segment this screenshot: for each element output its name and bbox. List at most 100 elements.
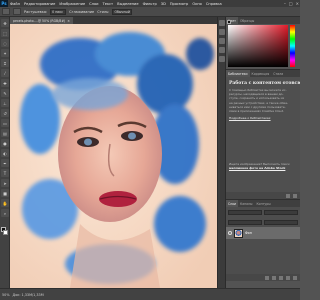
canvas-area[interactable] <box>10 24 217 288</box>
antialias-checkbox[interactable]: Сглаживание <box>69 10 94 14</box>
gradient-tool-icon[interactable]: ▤ <box>1 129 9 137</box>
eyedropper-tool-icon[interactable]: ⁄ <box>1 69 9 77</box>
clone-stamp-tool-icon[interactable]: ⊥ <box>1 99 9 107</box>
history-brush-tool-icon[interactable]: ↺ <box>1 109 9 117</box>
menu-view[interactable]: Просмотр <box>168 2 190 6</box>
hue-slider[interactable] <box>290 25 295 67</box>
tab-swatches[interactable]: Образцы <box>238 17 256 24</box>
menu-bar: Ps Файл Редактирование Изображение Слои … <box>0 0 300 7</box>
minimize-button[interactable]: – <box>284 1 286 6</box>
color-picker-field[interactable] <box>228 25 288 67</box>
layer-row[interactable]: Фон <box>226 227 300 239</box>
menu-help[interactable]: Справка <box>204 2 224 6</box>
color-panel: Цвет Образцы <box>226 17 300 69</box>
document-size-info: Док: 1,33M/1,33M <box>12 292 44 297</box>
layer-filter-row <box>226 207 300 217</box>
background-color-swatch[interactable] <box>3 230 8 235</box>
right-panels: Цвет Образцы Библиотеки Коррекция Стили … <box>226 17 300 288</box>
libraries-heading: Работа с контентом отовсюду <box>229 81 300 86</box>
layer-filter-toggles[interactable] <box>264 209 298 215</box>
path-selection-tool-icon[interactable]: ➤ <box>1 179 9 187</box>
menu-filter[interactable]: Фильтр <box>141 2 159 6</box>
new-layer-icon[interactable] <box>286 275 290 280</box>
layers-panel-tabs: Слои Каналы Контуры <box>226 200 300 207</box>
photoshop-logo: Ps <box>0 0 8 7</box>
dodge-tool-icon[interactable]: ◐ <box>1 149 9 157</box>
style-label: Стиль: <box>97 9 110 14</box>
menu-type[interactable]: Текст <box>101 2 116 6</box>
close-window-button[interactable]: × <box>296 1 299 6</box>
hand-tool-icon[interactable]: ✋ <box>1 199 9 207</box>
tab-styles[interactable]: Стили <box>271 70 285 77</box>
magic-wand-tool-icon[interactable]: ✦ <box>1 49 9 57</box>
eye-icon[interactable] <box>228 231 232 235</box>
type-tool-icon[interactable]: T <box>1 169 9 177</box>
menu-window[interactable]: Окно <box>190 2 204 6</box>
paragraph-panel-icon[interactable] <box>218 56 225 62</box>
menu-3d[interactable]: 3D <box>159 2 168 6</box>
close-document-icon[interactable]: × <box>67 19 70 23</box>
portrait-artwork <box>10 24 217 288</box>
maximize-button[interactable]: □ <box>289 1 293 6</box>
layer-thumbnail <box>234 228 243 238</box>
tab-layers[interactable]: Слои <box>226 200 239 207</box>
collapsed-panel-dock <box>217 17 226 288</box>
delete-layer-icon[interactable] <box>293 275 297 280</box>
tab-libraries[interactable]: Библиотеки <box>226 70 250 77</box>
layer-name: Фон <box>245 231 252 235</box>
layers-panel: Слои Каналы Контуры Фон <box>226 199 300 281</box>
marquee-tool-preset-icon[interactable] <box>2 8 10 15</box>
style-select[interactable]: Обычный <box>112 8 132 15</box>
trash-icon[interactable] <box>293 193 297 198</box>
color-panel-foreground-swatch[interactable] <box>227 20 231 24</box>
zoom-level[interactable]: 50% <box>2 293 10 297</box>
color-panel-tabs: Цвет Образцы <box>226 17 300 24</box>
tools-panel: ✥ ⬚ ◌ ✦ ⌗ ⁄ ✚ ✎ ⊥ ↺ ▭ ▤ ● ◐ ✒ T ➤ ■ ✋ ⌕ <box>0 17 10 288</box>
healing-brush-tool-icon[interactable]: ✚ <box>1 79 9 87</box>
adobe-stock-link[interactable]: миллионов фото на Adobe Stock <box>226 166 300 170</box>
libraries-panel: Библиотеки Коррекция Стили Работа с конт… <box>226 69 300 199</box>
feather-input[interactable]: 0 пикс <box>50 8 67 15</box>
feather-label: Растушевка: <box>24 9 48 14</box>
actions-panel-icon[interactable] <box>218 29 225 35</box>
brush-tool-icon[interactable]: ✎ <box>1 89 9 97</box>
libraries-footer <box>226 192 300 199</box>
document-tab-bar: pexels-photo-...@ 50% (RGB/8#) × <box>10 17 217 24</box>
blend-mode-select[interactable] <box>228 219 262 225</box>
selection-mode-icon[interactable] <box>13 8 21 15</box>
libraries-learn-more-link[interactable]: Подробнее о библиотеках <box>226 113 300 123</box>
zoom-tool-icon[interactable]: ⌕ <box>1 209 9 217</box>
move-tool-icon[interactable]: ✥ <box>1 19 9 27</box>
menu-select[interactable]: Выделение <box>115 2 140 6</box>
libraries-panel-tabs: Библиотеки Коррекция Стили <box>226 70 300 77</box>
menu-image[interactable]: Изображение <box>57 2 87 6</box>
document-tab[interactable]: pexels-photo-...@ 50% (RGB/8#) × <box>10 17 73 24</box>
layer-kind-filter[interactable] <box>228 209 262 215</box>
adobe-stock-promo: Ищете изображение? Выполнить поиск милли… <box>226 162 300 170</box>
menu-edit[interactable]: Редактирование <box>22 2 57 6</box>
blend-mode-row <box>226 217 300 227</box>
layer-style-icon[interactable] <box>272 275 276 280</box>
add-mask-icon[interactable] <box>279 275 283 280</box>
crop-tool-icon[interactable]: ⌗ <box>1 59 9 67</box>
properties-panel-icon[interactable] <box>218 38 225 44</box>
add-content-icon[interactable] <box>286 193 290 198</box>
character-panel-icon[interactable] <box>218 47 225 53</box>
layers-footer <box>226 274 300 281</box>
link-layers-icon[interactable] <box>265 275 269 280</box>
history-panel-icon[interactable] <box>218 20 225 26</box>
lasso-tool-icon[interactable]: ◌ <box>1 39 9 47</box>
menu-layers[interactable]: Слои <box>87 2 100 6</box>
shape-tool-icon[interactable]: ■ <box>1 189 9 197</box>
pen-tool-icon[interactable]: ✒ <box>1 159 9 167</box>
opacity-field[interactable] <box>264 219 298 225</box>
status-bar: 50% Док: 1,33M/1,33M <box>0 288 300 300</box>
menu-file[interactable]: Файл <box>8 2 22 6</box>
tab-channels[interactable]: Каналы <box>238 200 254 207</box>
marquee-tool-icon[interactable]: ⬚ <box>1 29 9 37</box>
window-controls: – □ × <box>284 0 299 7</box>
tab-adjustments[interactable]: Коррекция <box>250 70 272 77</box>
tab-paths[interactable]: Контуры <box>254 200 272 207</box>
blur-tool-icon[interactable]: ● <box>1 139 9 147</box>
eraser-tool-icon[interactable]: ▭ <box>1 119 9 127</box>
